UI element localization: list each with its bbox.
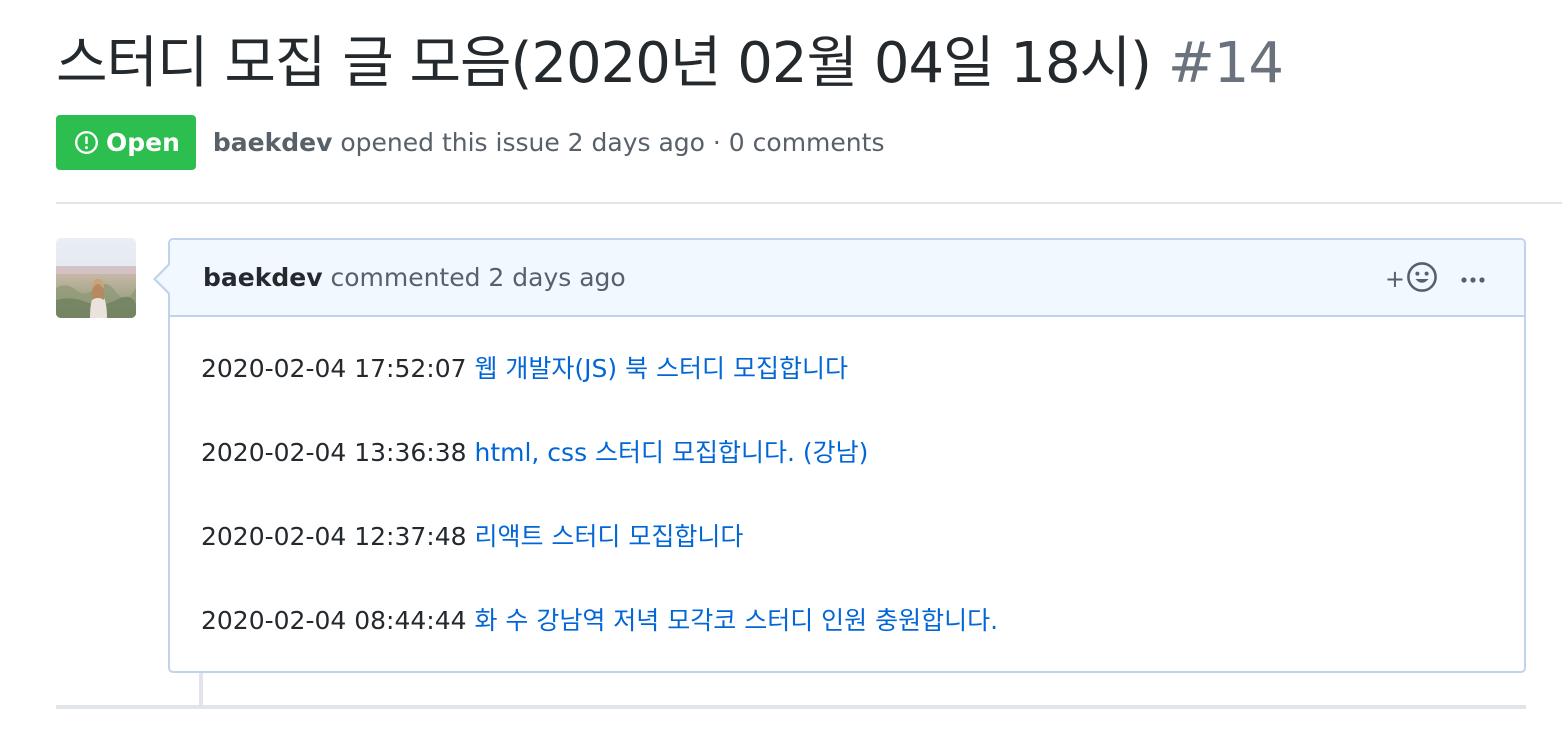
user-avatar[interactable] xyxy=(56,238,136,318)
issue-title-heading: 스터디 모집 글 모음(2020년 02월 04일 18시) #14 xyxy=(56,26,1284,102)
issue-author-link[interactable]: baekdev xyxy=(213,128,333,157)
comment-body: 2020-02-04 17:52:07 웹 개발자(JS) 북 스터디 모집합니… xyxy=(170,317,1524,691)
timeline-bottom-divider xyxy=(56,705,1526,709)
issue-page: 스터디 모집 글 모음(2020년 02월 04일 18시) #14 Open … xyxy=(0,0,1562,736)
study-post-link[interactable]: html, css 스터디 모집합니다. (강남) xyxy=(474,438,868,467)
issue-state-badge: Open xyxy=(56,115,196,170)
kebab-horizontal-icon xyxy=(1460,269,1486,288)
study-post-entry: 2020-02-04 17:52:07 웹 개발자(JS) 북 스터디 모집합니… xyxy=(201,355,1524,439)
study-post-link[interactable]: 화 수 강남역 저녁 모각코 스터디 인원 충원합니다. xyxy=(474,606,998,635)
issue-meta-suffix: opened this issue 2 days ago · 0 comment… xyxy=(340,128,885,157)
comment-header: baekdev commented 2 days ago + xyxy=(170,240,1524,317)
study-post-entry: 2020-02-04 13:36:38 html, css 스터디 모집합니다.… xyxy=(201,439,1524,523)
study-post-link[interactable]: 리액트 스터디 모집합니다 xyxy=(474,522,743,551)
issue-meta-text: baekdev opened this issue 2 days ago · 0… xyxy=(213,128,885,157)
study-post-entry: 2020-02-04 12:37:48 리액트 스터디 모집합니다 xyxy=(201,523,1524,607)
issue-number: #14 xyxy=(1167,31,1284,96)
smiley-icon xyxy=(1406,261,1438,297)
issue-comment: baekdev commented 2 days ago + 2020-02-0… xyxy=(153,238,1526,673)
add-reaction-button[interactable]: + xyxy=(1385,261,1438,297)
comment-arrow-fill xyxy=(156,264,171,294)
issue-state-label: Open xyxy=(106,128,180,157)
comment-author-link[interactable]: baekdev xyxy=(203,263,323,292)
study-post-entry: 2020-02-04 08:44:44 화 수 강남역 저녁 모각코 스터디 인… xyxy=(201,607,1524,691)
issue-meta: Open baekdev opened this issue 2 days ag… xyxy=(56,115,884,170)
entry-timestamp: 2020-02-04 13:36:38 xyxy=(201,438,467,467)
study-post-link[interactable]: 웹 개발자(JS) 북 스터디 모집합니다 xyxy=(474,354,848,383)
issue-title: 스터디 모집 글 모음(2020년 02월 04일 18시) xyxy=(56,31,1152,96)
comment-actions: + xyxy=(1385,240,1486,317)
issue-opened-icon xyxy=(74,130,99,155)
reaction-plus: + xyxy=(1384,264,1405,293)
entry-timestamp: 2020-02-04 08:44:44 xyxy=(201,606,467,635)
comment-action-text[interactable]: commented 2 days ago xyxy=(330,263,625,292)
entry-timestamp: 2020-02-04 17:52:07 xyxy=(201,354,467,383)
comment-options-button[interactable] xyxy=(1460,269,1486,288)
comment-header-text: baekdev commented 2 days ago xyxy=(203,263,626,292)
entry-timestamp: 2020-02-04 12:37:48 xyxy=(201,522,467,551)
header-divider xyxy=(56,202,1562,204)
